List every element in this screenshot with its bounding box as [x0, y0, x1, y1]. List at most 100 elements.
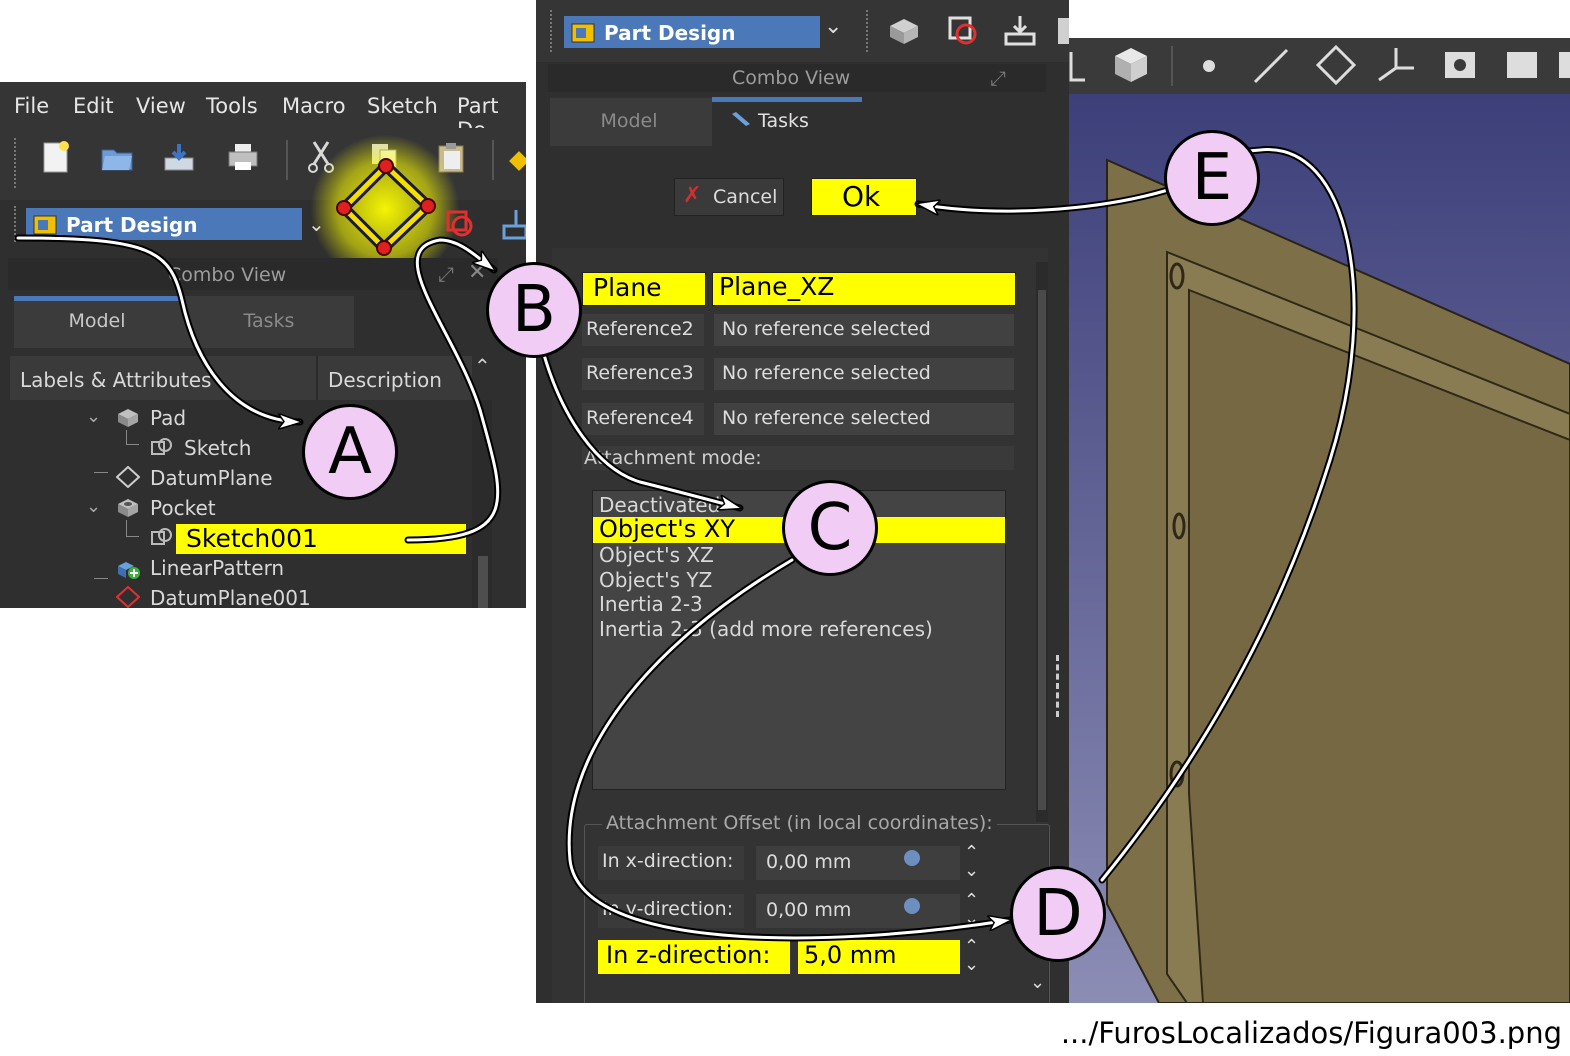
callout-a: A [302, 404, 398, 500]
open-icon[interactable] [100, 140, 134, 174]
task-scrollbar-thumb[interactable] [1038, 290, 1046, 810]
attach-icon[interactable] [500, 208, 526, 240]
cancel-button[interactable]: ✗ Cancel [674, 178, 784, 216]
tab-tasks[interactable]: Tasks [184, 310, 354, 332]
menu-file[interactable]: File [14, 94, 49, 118]
plane-label-text: Plane [593, 273, 662, 302]
menu-edit[interactable]: Edit [73, 94, 114, 118]
tree-item-linearpattern[interactable]: LinearPattern [150, 556, 284, 580]
reference3-button[interactable]: Reference3 [582, 358, 704, 390]
mode-option[interactable]: Object's XZ [599, 543, 714, 567]
close-icon[interactable]: ✕ [468, 260, 486, 285]
menu-view[interactable]: View [136, 94, 186, 118]
3d-viewport[interactable] [1069, 94, 1570, 1003]
x-offset-stepper[interactable]: ⌃ ⌄ [964, 844, 979, 880]
toolbar-grip[interactable] [550, 10, 556, 52]
x-offset-input[interactable]: 0,00 mm [756, 846, 960, 880]
sketch-icon [151, 438, 172, 455]
macro-icon[interactable] [509, 151, 526, 171]
partial-icon[interactable] [1069, 48, 1089, 84]
expression-icon[interactable] [904, 898, 920, 914]
sketch-icon[interactable] [444, 208, 476, 240]
callout-c: C [782, 480, 878, 576]
shape-binder-icon[interactable] [1439, 44, 1481, 86]
tree-item-pocket[interactable]: Pocket [150, 496, 216, 520]
z-offset-stepper[interactable]: ⌃ ⌄ [964, 938, 979, 974]
tree-header-labels[interactable]: Labels & Attributes [20, 368, 211, 392]
reference3-value[interactable]: No reference selected [714, 358, 1014, 390]
figure-caption: .../FurosLocalizados/Figura003.png [1060, 1016, 1562, 1050]
partial-icon[interactable] [1553, 44, 1570, 86]
tab-model[interactable]: Model [550, 110, 708, 132]
z-offset-label-text: In z-direction: [606, 941, 771, 969]
print-icon[interactable] [226, 140, 260, 174]
expand-icon[interactable]: ⌄ [86, 496, 101, 517]
toolbar-grip[interactable] [866, 10, 872, 52]
x-offset-value: 0,00 mm [766, 851, 852, 873]
scroll-up-icon[interactable]: ⌃ [474, 354, 491, 378]
new-icon[interactable] [38, 140, 72, 174]
toolbar-separator [286, 140, 288, 180]
mode-option[interactable]: Deactivated [599, 493, 720, 517]
tree-item-datumplane[interactable]: DatumPlane [150, 466, 273, 490]
expression-icon[interactable] [904, 850, 920, 866]
mode-option[interactable]: Inertia 2-3 (add more references) [599, 617, 933, 641]
cancel-x-icon: ✗ [683, 183, 702, 208]
sketch-icon[interactable] [946, 14, 980, 48]
reference4-value[interactable]: No reference selected [714, 403, 1014, 435]
partial-icon[interactable] [1058, 18, 1069, 44]
attachment-mode-label: Attachment mode: [584, 447, 762, 469]
float-icon[interactable]: ⤢ [990, 66, 1006, 90]
splitter-handle[interactable] [1056, 655, 1063, 717]
part-design-icon [571, 23, 595, 43]
subshape-binder-icon[interactable] [1501, 44, 1543, 86]
mode-option[interactable]: Object's YZ [599, 568, 712, 592]
tab-tasks[interactable]: Tasks [758, 110, 844, 132]
y-offset-stepper[interactable]: ⌃ ⌄ [964, 892, 979, 928]
save-icon[interactable] [162, 140, 196, 174]
z-offset-value: 5,0 mm [804, 941, 897, 969]
sketch-toolbar [1069, 38, 1570, 94]
menu-sketch[interactable]: Sketch [367, 94, 438, 118]
tree-header-description[interactable]: Description [328, 368, 442, 392]
workbench-selector[interactable]: Part Design [564, 16, 820, 48]
chevron-down-icon[interactable]: ⌄ [824, 14, 842, 39]
z-offset-input[interactable]: 5,0 mm [798, 940, 960, 974]
reference4-button[interactable]: Reference4 [582, 403, 704, 435]
workbench-selector[interactable]: Part Design [26, 208, 302, 240]
plane-label[interactable]: Plane [582, 272, 706, 306]
float-icon[interactable]: ⤢ [438, 262, 454, 286]
ok-button[interactable]: Ok [811, 178, 917, 216]
callout-d: D [1010, 866, 1106, 962]
reference2-button[interactable]: Reference2 [582, 314, 704, 346]
menu-tools[interactable]: Tools [206, 94, 258, 118]
scroll-down-icon[interactable]: ⌄ [1030, 972, 1045, 993]
plane-value[interactable]: Plane_XZ [712, 272, 1016, 306]
tree-item-pad[interactable]: Pad [150, 406, 186, 430]
tree-item-datumplane001[interactable]: DatumPlane001 [150, 586, 311, 608]
offset-title: Attachment Offset (in local coordinates)… [602, 812, 997, 834]
tree-item-sketch001[interactable]: Sketch001 [176, 524, 466, 554]
tree-item-sketch[interactable]: Sketch [184, 436, 251, 460]
z-offset-label: In z-direction: [598, 940, 790, 974]
attach-icon[interactable] [1002, 14, 1038, 48]
cancel-label: Cancel [713, 186, 778, 208]
tree-scrollbar-thumb[interactable] [478, 556, 488, 608]
menu-macro[interactable]: Macro [282, 94, 346, 118]
tab-model[interactable]: Model [14, 310, 180, 332]
coordinate-system-icon[interactable] [1375, 44, 1417, 86]
box-icon[interactable] [1111, 44, 1151, 86]
y-offset-input[interactable]: 0,00 mm [756, 894, 960, 928]
body-icon[interactable] [886, 14, 922, 48]
reference2-value[interactable]: No reference selected [714, 314, 1014, 346]
3d-viewport-area [1069, 38, 1570, 1003]
mode-option[interactable]: Inertia 2-3 [599, 592, 703, 616]
point-icon[interactable] [1203, 60, 1215, 72]
toolbar-grip[interactable] [14, 138, 20, 188]
datum-plane-icon[interactable] [1315, 44, 1357, 86]
datum-plane-icon[interactable] [336, 158, 436, 258]
toolbar-grip[interactable] [14, 206, 20, 242]
tree-line [94, 596, 108, 608]
expand-icon[interactable]: ⌄ [86, 406, 101, 427]
line-icon[interactable] [1251, 46, 1291, 86]
